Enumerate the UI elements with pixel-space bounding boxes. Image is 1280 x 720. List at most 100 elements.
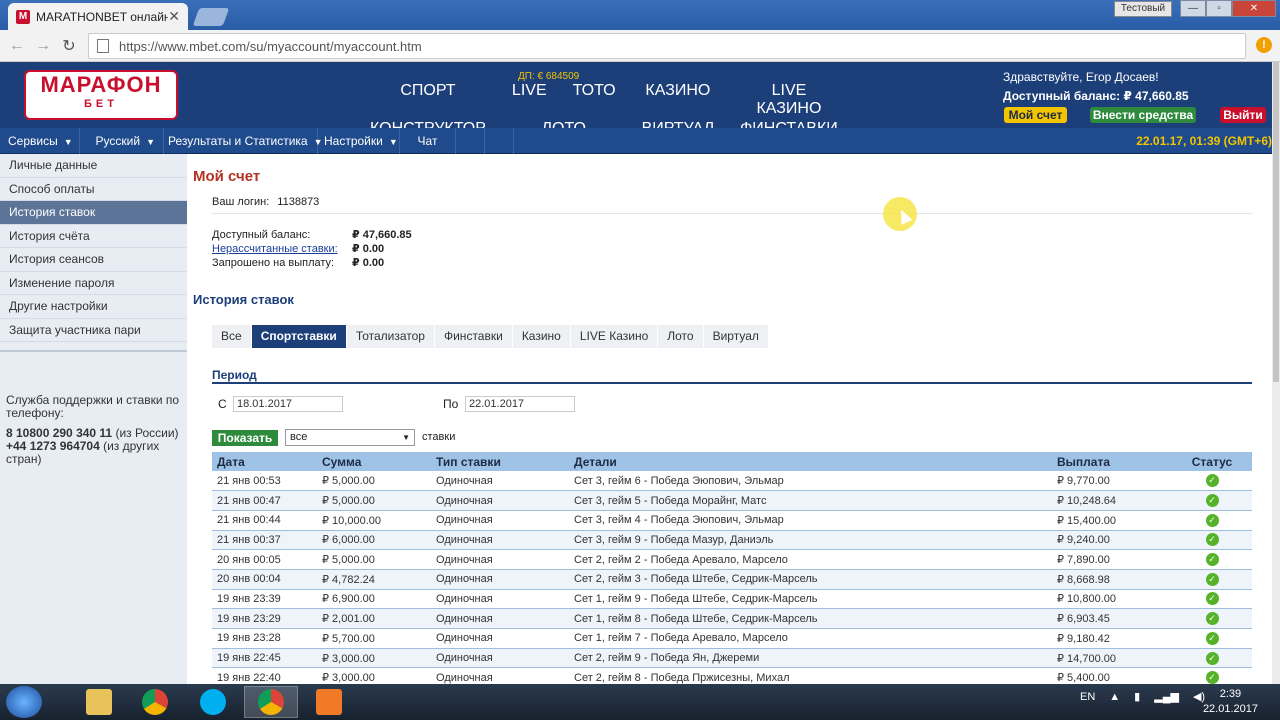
- reload-icon[interactable]: ↻: [56, 36, 82, 56]
- sidebar-item-payment[interactable]: Способ оплаты: [0, 178, 187, 201]
- check-circle-icon: ✓: [1205, 631, 1219, 645]
- table-row[interactable]: 21 янв 00:53 ₽ 5,000.00 Одиночная Сет 3, ге…: [212, 471, 1252, 492]
- menu-slot[interactable]: [456, 128, 485, 154]
- table-row[interactable]: 20 янв 00:05 ₽ 5,000.00 Одиночная Сет 2, ге…: [212, 549, 1252, 570]
- browser-tab[interactable]: M MARATHONBET онлайн ✕: [8, 3, 188, 30]
- start-button[interactable]: [6, 686, 42, 718]
- greeting-text: Здравствуйте, Егор Досаев!: [1003, 70, 1159, 84]
- menu-slot[interactable]: [485, 128, 514, 154]
- cell-amount: ₽ 6,900.00: [317, 589, 431, 610]
- cell-amount: ₽ 5,000.00: [317, 490, 431, 511]
- date-from-field[interactable]: 18.01.2017: [233, 396, 343, 412]
- cell-details: Сет 1, гейм 9 - Победа Штебе, Седрик-Мар…: [569, 589, 1052, 610]
- table-row[interactable]: 20 янв 00:04 ₽ 4,782.24 Одиночная Сет 2, ге…: [212, 569, 1252, 590]
- cell-details: Сет 3, гейм 9 - Победа Мазур, Даниэль: [569, 530, 1052, 551]
- explorer-taskbar-icon[interactable]: [72, 686, 126, 718]
- alert-icon[interactable]: !: [1256, 37, 1272, 53]
- tab-all[interactable]: Все: [212, 325, 251, 348]
- back-icon[interactable]: ←: [4, 37, 30, 55]
- unsettled-bets-link[interactable]: Нерассчитанные ставки:: [212, 242, 352, 256]
- unsettled-value: ₽ 0.00: [352, 243, 385, 255]
- tab-close-icon[interactable]: ✕: [168, 8, 180, 25]
- table-row[interactable]: 19 янв 23:28 ₽ 5,700.00 Одиночная Сет 1, ге…: [212, 628, 1252, 649]
- cell-payout: ₽ 6,903.45: [1052, 608, 1167, 629]
- language-indicator[interactable]: EN: [1080, 691, 1095, 703]
- table-row[interactable]: 21 янв 00:44 ₽ 10,000.00 Одиночная Сет 3, г…: [212, 510, 1252, 531]
- scrollbar-thumb[interactable]: [1273, 62, 1279, 382]
- logout-button[interactable]: Выйти: [1220, 107, 1266, 123]
- date-to-field[interactable]: 22.01.2017: [465, 396, 575, 412]
- close-window-button[interactable]: ✕: [1232, 0, 1276, 17]
- page-scrollbar[interactable]: [1272, 62, 1280, 684]
- nav-sport[interactable]: СПОРТ: [370, 82, 486, 118]
- recorder-taskbar-icon[interactable]: [302, 686, 356, 718]
- tab-loto[interactable]: Лото: [658, 325, 703, 348]
- show-button[interactable]: Показать: [212, 430, 278, 446]
- menu-bar: Сервисы ▼ Русский ▼ Результаты и Статистик…: [0, 128, 1272, 154]
- tab-virtual[interactable]: Виртуал: [703, 325, 768, 348]
- sidebar-item-bet-history[interactable]: История ставок: [0, 201, 187, 225]
- col-payout[interactable]: Выплата: [1052, 452, 1167, 471]
- balance-value: ₽ 47,660.85: [352, 229, 412, 241]
- sidebar-item-account-history[interactable]: История счёта: [0, 225, 187, 248]
- nav-toto[interactable]: ТОТО: [573, 82, 616, 118]
- language-menu[interactable]: Русский ▼: [80, 128, 164, 154]
- forward-icon[interactable]: →: [30, 37, 56, 55]
- services-menu[interactable]: Сервисы ▼: [0, 128, 80, 154]
- col-type[interactable]: Тип ставки: [431, 452, 569, 471]
- cell-payout: ₽ 9,770.00: [1052, 471, 1167, 492]
- bet-filter-select[interactable]: все ▼: [285, 429, 415, 446]
- support-info: Служба поддержки и ставки по телефону: 8…: [0, 352, 187, 466]
- address-bar[interactable]: https://www.mbet.com/su/myaccount/myacco…: [88, 33, 1246, 59]
- sidebar-item-protection[interactable]: Защита участника пари: [0, 319, 187, 342]
- cell-status: ✓: [1167, 530, 1252, 551]
- system-clock[interactable]: 2:39 22.01.2017: [1203, 687, 1258, 717]
- table-row[interactable]: 21 янв 00:37 ₽ 6,000.00 Одиночная Сет 3, ге…: [212, 530, 1252, 551]
- table-row[interactable]: 19 янв 22:40 ₽ 3,000.00 Одиночная Сет 2, ге…: [212, 667, 1252, 684]
- cell-payout: ₽ 14,700.00: [1052, 648, 1167, 669]
- page-title: Мой счет: [193, 168, 261, 185]
- tray-arrow-icon[interactable]: ▲: [1109, 691, 1120, 703]
- bets-table: Дата Сумма Тип ставки Детали Выплата Ста…: [212, 452, 1252, 684]
- nav-casino[interactable]: КАЗИНО: [642, 82, 715, 118]
- col-status[interactable]: Статус: [1167, 452, 1252, 471]
- tab-totalizator[interactable]: Тотализатор: [346, 325, 434, 348]
- new-tab-button[interactable]: [192, 8, 230, 26]
- signal-icon[interactable]: ▂▄▆: [1154, 690, 1179, 703]
- col-amount[interactable]: Сумма: [317, 452, 431, 471]
- cell-status: ✓: [1167, 667, 1252, 684]
- sidebar-item-sessions[interactable]: История сеансов: [0, 248, 187, 272]
- profile-button[interactable]: Тестовый: [1114, 1, 1172, 17]
- network-icon[interactable]: ▮: [1134, 690, 1140, 703]
- settings-menu[interactable]: Настройки ▼: [318, 128, 400, 154]
- cell-date: 19 янв 22:45: [212, 648, 317, 669]
- tab-finstavki[interactable]: Финставки: [434, 325, 512, 348]
- cell-details: Сет 2, гейм 9 - Победа Ян, Джереми: [569, 648, 1052, 669]
- sidebar-item-other-settings[interactable]: Другие настройки: [0, 295, 187, 319]
- results-menu[interactable]: Результаты и Статистика ▼: [164, 128, 323, 154]
- maximize-button[interactable]: ▫: [1206, 0, 1232, 17]
- nav-live[interactable]: LIVE: [512, 82, 547, 118]
- tab-sport[interactable]: Спортставки: [251, 325, 346, 348]
- results-label: Результаты и Статистика: [168, 134, 308, 148]
- skype-taskbar-icon[interactable]: [186, 686, 240, 718]
- sidebar-item-personal[interactable]: Личные данные: [0, 154, 187, 178]
- sidebar-item-password[interactable]: Изменение пароля: [0, 272, 187, 295]
- table-row[interactable]: 19 янв 23:29 ₽ 2,001.00 Одиночная Сет 1, ге…: [212, 608, 1252, 629]
- chrome-taskbar-icon[interactable]: [128, 686, 182, 718]
- col-details[interactable]: Детали: [569, 452, 1052, 471]
- tab-casino[interactable]: Казино: [512, 325, 570, 348]
- chat-menu[interactable]: Чат: [400, 128, 456, 154]
- minimize-button[interactable]: —: [1180, 0, 1206, 17]
- table-row[interactable]: 19 янв 23:39 ₽ 6,900.00 Одиночная Сет 1, ге…: [212, 589, 1252, 610]
- table-row[interactable]: 21 янв 00:47 ₽ 5,000.00 Одиночная Сет 3, ге…: [212, 490, 1252, 511]
- my-account-button[interactable]: Мой счет: [1004, 107, 1067, 123]
- tab-live-casino[interactable]: LIVE Казино: [570, 325, 658, 348]
- nav-live-casino[interactable]: LIVE КАЗИНО: [740, 82, 838, 118]
- table-row[interactable]: 19 янв 22:45 ₽ 3,000.00 Одиночная Сет 2, ге…: [212, 648, 1252, 669]
- chrome-active-taskbar-icon[interactable]: [244, 686, 298, 718]
- withdraw-label: Запрошено на выплату:: [212, 257, 335, 269]
- col-date[interactable]: Дата: [212, 452, 317, 471]
- deposit-button[interactable]: Внести средства: [1090, 107, 1196, 123]
- site-logo[interactable]: МАРАФОН БЕТ: [24, 70, 178, 120]
